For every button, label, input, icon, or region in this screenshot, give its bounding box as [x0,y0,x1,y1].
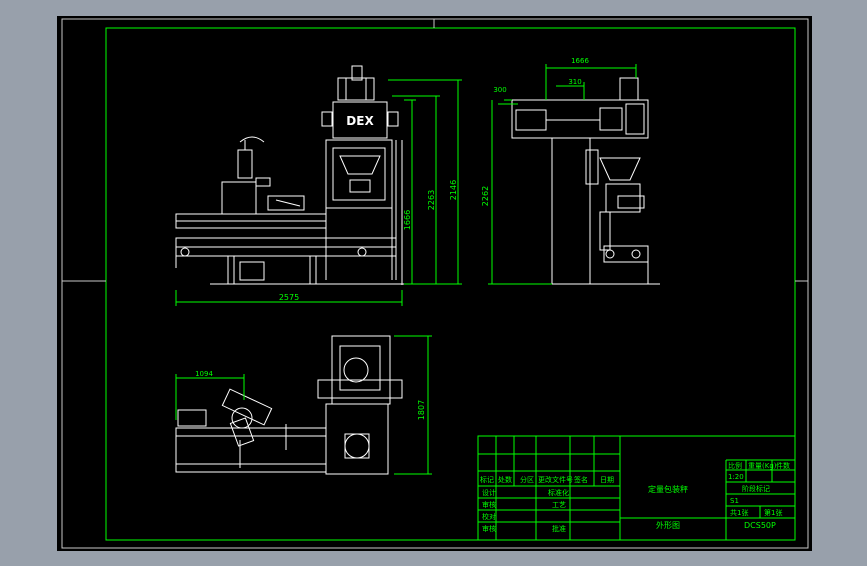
dim-side-top-width: 1666 [571,57,589,65]
tb-product-name: 定量包装秤 [648,484,688,494]
tb-header-1: 标记 [480,475,494,484]
tb-drawing-no: DCS50P [744,521,776,530]
dim-side-small: 300 [493,86,506,94]
brand-label: DEX [346,114,374,128]
tb-header-6: 日期 [600,476,614,484]
tb-sheets-total: 共1张 [730,508,748,517]
tb-stage-label: 阶段标记 [742,484,770,493]
tb-approve-label: 批准 [552,524,566,533]
tb-scale-value: 1:20 [728,473,744,481]
tb-weight-header: 重量(Kg) [748,462,777,470]
dim-front-height-1: 1666 [403,210,412,230]
tb-std-label: 标准化 [548,488,569,497]
tb-sheet-no: 第1张 [764,508,782,517]
tb-row-review: 审核 [482,524,496,533]
tb-row-proof: 校对 [482,512,496,521]
dim-side-top-offset: 310 [568,78,581,86]
dim-front-height-3: 2146 [449,180,458,200]
drawing-sheet: DEX 2575 1666 2263 2146 1666 310 300 226… [57,16,812,551]
cad-viewport: DEX 2575 1666 2263 2146 1666 310 300 226… [0,0,867,562]
tb-drawing-name: 外形图 [656,520,680,530]
tb-header-4: 更改文件号 [538,475,573,484]
dim-front-width: 2575 [279,293,299,302]
tb-process-label: 工艺 [552,501,566,509]
dim-front-height-2: 2263 [427,190,436,210]
dim-plan-width: 1094 [195,370,213,378]
dim-side-height: 2262 [481,186,490,206]
tb-scale-header: 比例 [728,461,742,470]
tb-header-2: 处数 [498,475,512,484]
tb-row-check: 审核 [482,500,496,509]
tb-header-5: 签名 [574,475,588,484]
tb-header-3: 分区 [520,475,534,484]
tb-parts-header: 件数 [776,461,790,470]
tb-s1-label: S1 [730,497,739,505]
dim-plan-height: 1807 [417,400,426,420]
tb-row-design: 设计 [482,488,496,497]
